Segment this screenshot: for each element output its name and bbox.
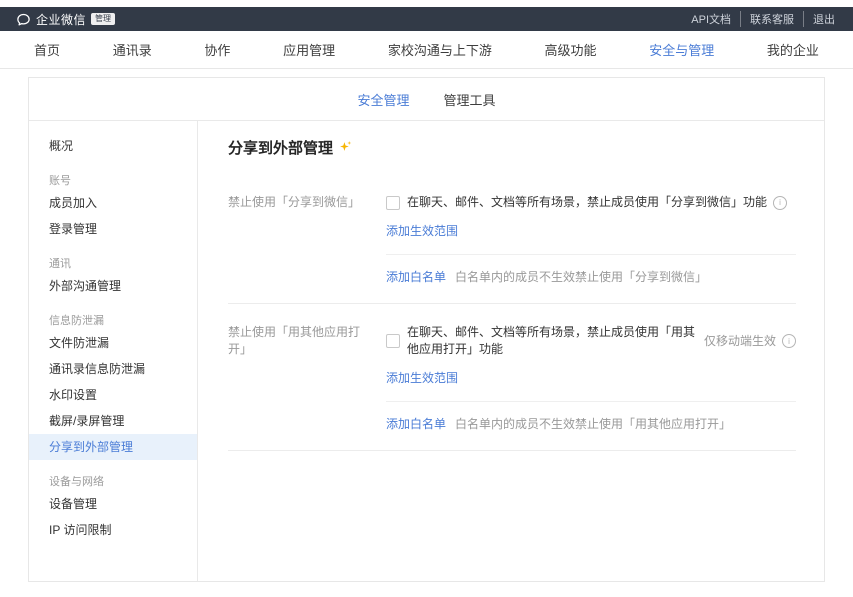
divider — [386, 401, 796, 402]
setting-share-to-wechat: 禁止使用「分享到微信」 在聊天、邮件、文档等所有场景，禁止成员使用「分享到微信」… — [228, 180, 796, 304]
brand-name: 企业微信 — [36, 11, 86, 28]
checkbox-label: 在聊天、邮件、文档等所有场景，禁止成员使用「用其他应用打开」功能 — [407, 324, 698, 358]
checkbox-label: 在聊天、邮件、文档等所有场景，禁止成员使用「分享到微信」功能 — [407, 194, 767, 211]
sidebar-item-watermark-settings[interactable]: 水印设置 — [29, 382, 197, 408]
main-nav: 首页 通讯录 协作 应用管理 家校沟通与上下游 高级功能 安全与管理 我的企业 — [0, 31, 853, 69]
add-scope-link[interactable]: 添加生效范围 — [386, 224, 458, 238]
sidebar-item-screenshot-management[interactable]: 截屏/录屏管理 — [29, 408, 197, 434]
checkbox-suffix: 仅移动端生效 — [704, 333, 776, 350]
open-with-other-apps-checkbox[interactable] — [386, 334, 400, 348]
setting-label: 禁止使用「用其他应用打开」 — [228, 324, 386, 432]
main-panel: 分享到外部管理 禁止使用「分享到微信」 在聊天、邮件、文档等所有场景，禁止成员使… — [198, 121, 824, 581]
info-icon[interactable] — [782, 334, 796, 348]
sidebar-item-external-communication[interactable]: 外部沟通管理 — [29, 273, 197, 299]
whitelist-row: 添加白名单 白名单内的成员不生效禁止使用「用其他应用打开」 — [386, 415, 796, 432]
sidebar-item-device-management[interactable]: 设备管理 — [29, 491, 197, 517]
scope-row: 添加生效范围 — [386, 369, 796, 386]
info-icon[interactable] — [773, 196, 787, 210]
sidebar-group-account: 账号 — [29, 172, 197, 190]
logout-link[interactable]: 退出 — [803, 11, 837, 27]
scope-row: 添加生效范围 — [386, 222, 796, 239]
sidebar: 概况 账号 成员加入 登录管理 通讯 外部沟通管理 信息防泄漏 文件防泄漏 通讯… — [29, 121, 198, 581]
whitelist-note: 白名单内的成员不生效禁止使用「用其他应用打开」 — [455, 415, 731, 432]
sidebar-item-contacts-leak-prevention[interactable]: 通讯录信息防泄漏 — [29, 356, 197, 382]
sidebar-item-share-external-management[interactable]: 分享到外部管理 — [29, 434, 197, 460]
sparkle-icon — [339, 140, 352, 153]
setting-label: 禁止使用「分享到微信」 — [228, 194, 386, 285]
page-title: 分享到外部管理 — [228, 137, 333, 158]
nav-app-management[interactable]: 应用管理 — [283, 40, 335, 59]
brand-badge: 管理 — [91, 13, 115, 25]
sidebar-item-member-join[interactable]: 成员加入 — [29, 190, 197, 216]
nav-home[interactable]: 首页 — [34, 40, 60, 59]
api-docs-link[interactable]: API文档 — [682, 11, 740, 27]
nav-my-enterprise[interactable]: 我的企业 — [767, 40, 819, 59]
wecom-logo-icon — [16, 12, 31, 27]
share-to-wechat-checkbox[interactable] — [386, 196, 400, 210]
divider — [386, 254, 796, 255]
topbar: 企业微信 管理 API文档 联系客服 退出 — [0, 7, 853, 31]
setting-open-with-other-apps: 禁止使用「用其他应用打开」 在聊天、邮件、文档等所有场景，禁止成员使用「用其他应… — [228, 304, 796, 451]
add-scope-link[interactable]: 添加生效范围 — [386, 371, 458, 385]
brand: 企业微信 管理 — [16, 11, 115, 28]
topbar-links: API文档 联系客服 退出 — [682, 11, 837, 27]
whitelist-note: 白名单内的成员不生效禁止使用「分享到微信」 — [455, 268, 707, 285]
subtabs: 安全管理 管理工具 — [29, 78, 824, 121]
contact-support-link[interactable]: 联系客服 — [740, 11, 803, 27]
sidebar-group-leak-prevention: 信息防泄漏 — [29, 312, 197, 330]
content-container: 安全管理 管理工具 概况 账号 成员加入 登录管理 通讯 外部沟通管理 信息防泄… — [28, 77, 825, 582]
sidebar-item-login-management[interactable]: 登录管理 — [29, 216, 197, 242]
add-whitelist-link[interactable]: 添加白名单 — [386, 268, 446, 285]
checkbox-row: 在聊天、邮件、文档等所有场景，禁止成员使用「用其他应用打开」功能 仅移动端生效 — [386, 324, 796, 358]
sidebar-item-ip-restriction[interactable]: IP 访问限制 — [29, 517, 197, 543]
sidebar-group-device-network: 设备与网络 — [29, 473, 197, 491]
setting-body: 在聊天、邮件、文档等所有场景，禁止成员使用「分享到微信」功能 添加生效范围 添加… — [386, 194, 796, 285]
sidebar-group-communication: 通讯 — [29, 255, 197, 273]
whitelist-row: 添加白名单 白名单内的成员不生效禁止使用「分享到微信」 — [386, 268, 796, 285]
sidebar-item-file-leak-prevention[interactable]: 文件防泄漏 — [29, 330, 197, 356]
nav-collaboration[interactable]: 协作 — [204, 40, 230, 59]
settings-sections: 禁止使用「分享到微信」 在聊天、邮件、文档等所有场景，禁止成员使用「分享到微信」… — [228, 180, 796, 451]
nav-security-management[interactable]: 安全与管理 — [649, 40, 714, 59]
setting-body: 在聊天、邮件、文档等所有场景，禁止成员使用「用其他应用打开」功能 仅移动端生效 … — [386, 324, 796, 432]
content-row: 概况 账号 成员加入 登录管理 通讯 外部沟通管理 信息防泄漏 文件防泄漏 通讯… — [29, 121, 824, 581]
sidebar-item-overview[interactable]: 概况 — [29, 133, 197, 159]
add-whitelist-link[interactable]: 添加白名单 — [386, 415, 446, 432]
nav-contacts[interactable]: 通讯录 — [113, 40, 152, 59]
nav-school-upstream-downstream[interactable]: 家校沟通与上下游 — [388, 40, 492, 59]
page-title-row: 分享到外部管理 — [228, 137, 796, 158]
checkbox-row: 在聊天、邮件、文档等所有场景，禁止成员使用「分享到微信」功能 — [386, 194, 796, 211]
tab-security-management[interactable]: 安全管理 — [357, 90, 409, 109]
tab-management-tools[interactable]: 管理工具 — [444, 90, 496, 109]
nav-advanced-features[interactable]: 高级功能 — [545, 40, 597, 59]
